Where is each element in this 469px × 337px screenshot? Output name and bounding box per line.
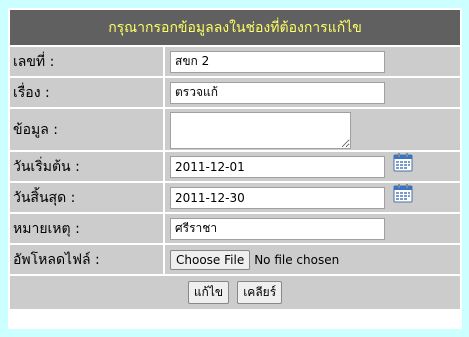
clear-button[interactable]: เคลียร์ — [237, 281, 283, 304]
form-title: กรุณากรอกข้อมูลลงในช่องที่ต้องการแก้ไข — [10, 10, 460, 45]
start-date-input[interactable] — [170, 155, 385, 178]
form-row-actions: แก้ไข เคลียร์ — [10, 276, 460, 309]
number-label: เลขที่ : — [10, 47, 163, 76]
form-row-note: หมายเหตุ : — [10, 214, 460, 243]
note-label: หมายเหตุ : — [10, 214, 163, 243]
form-row-upload: อัพโหลดไฟล์ : Choose File No file chosen — [10, 245, 460, 274]
form-row-number: เลขที่ : — [10, 47, 460, 76]
calendar-icon[interactable] — [393, 152, 413, 172]
note-input[interactable] — [170, 217, 385, 240]
start-date-label: วันเริ่มต้น : — [10, 152, 163, 181]
form-row-detail: ข้อมูล : — [10, 109, 460, 150]
end-date-label: วันสิ้นสุด : — [10, 183, 163, 212]
form-row-subject: เรื่อง : — [10, 78, 460, 107]
subject-label: เรื่อง : — [10, 78, 163, 107]
file-status-text: No file chosen — [254, 252, 340, 267]
form-row-end-date: วันสิ้นสุด : — [10, 183, 460, 212]
subject-input[interactable] — [170, 81, 385, 104]
upload-label: อัพโหลดไฟล์ : — [10, 245, 163, 274]
detail-label: ข้อมูล : — [10, 109, 163, 150]
edit-button[interactable]: แก้ไข — [187, 281, 230, 304]
choose-file-button[interactable]: Choose File — [170, 249, 251, 270]
form-row-start-date: วันเริ่มต้น : — [10, 152, 460, 181]
calendar-icon[interactable] — [393, 183, 413, 203]
edit-form: กรุณากรอกข้อมูลลงในช่องที่ต้องการแก้ไข เ… — [8, 8, 462, 311]
edit-form-container: กรุณากรอกข้อมูลลงในช่องที่ต้องการแก้ไข เ… — [8, 8, 462, 329]
number-input[interactable] — [170, 50, 385, 73]
end-date-input[interactable] — [170, 186, 385, 209]
detail-textarea[interactable] — [170, 112, 351, 149]
